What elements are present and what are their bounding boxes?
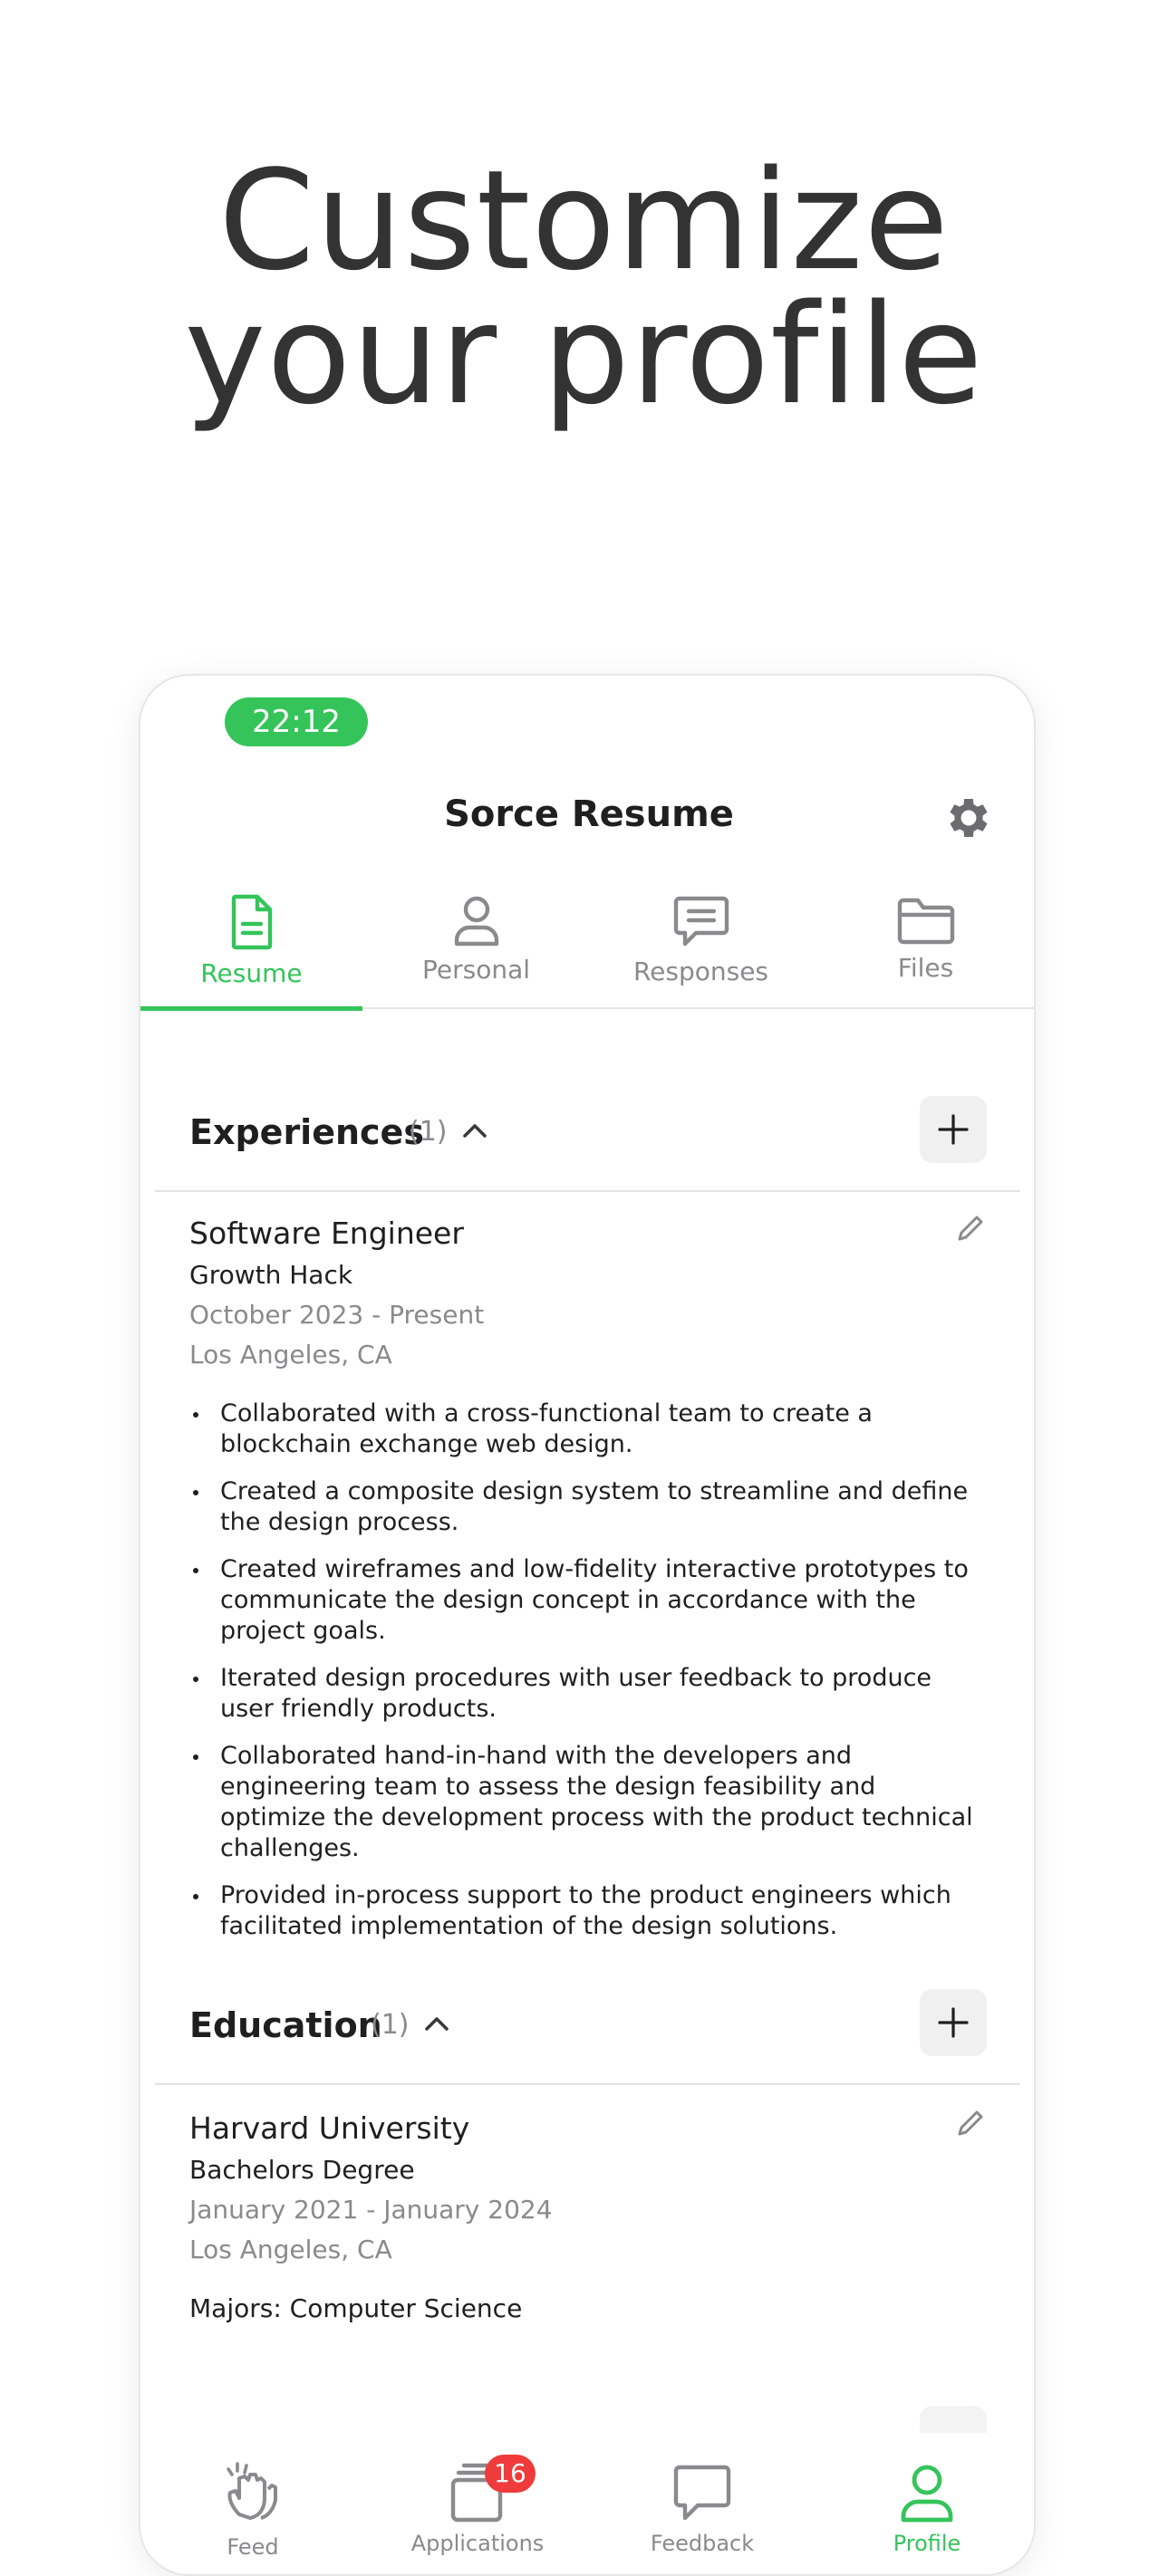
experience-location: Los Angeles, CA xyxy=(189,1340,392,1370)
section-divider xyxy=(155,2083,1020,2085)
experiences-title: Experiences xyxy=(189,1112,424,1152)
nav-applications-label: Applications xyxy=(410,2531,545,2556)
tab-files[interactable]: Files xyxy=(815,893,1034,1009)
plus-icon xyxy=(938,1114,969,1145)
education-entry: Harvard University Bachelors Degree Janu… xyxy=(189,2107,987,2323)
list-item: Collaborated hand-in-hand with the devel… xyxy=(189,1741,987,1864)
plus-icon xyxy=(938,2007,969,2038)
chat-bubble-icon xyxy=(673,896,729,947)
profile-tabs: Resume Personal Responses Files xyxy=(140,893,1034,1011)
education-title: Education xyxy=(189,2005,382,2045)
experience-title: Software Engineer xyxy=(189,1216,464,1251)
document-icon xyxy=(231,894,272,950)
education-count: (1) xyxy=(371,2009,410,2041)
chevron-up-icon[interactable] xyxy=(423,2013,450,2034)
list-item: Provided in-process support to the produ… xyxy=(189,1880,987,1942)
tab-responses[interactable]: Responses xyxy=(590,893,812,1009)
headline-line-2: your profile xyxy=(184,274,984,435)
education-degree: Bachelors Degree xyxy=(189,2155,415,2185)
list-item: Collaborated with a cross-functional tea… xyxy=(189,1399,987,1460)
experience-company: Growth Hack xyxy=(189,1260,353,1290)
settings-button[interactable] xyxy=(942,792,995,844)
experience-bullets: Collaborated with a cross-functional tea… xyxy=(189,1399,987,1942)
nav-feed-label: Feed xyxy=(227,2534,279,2560)
active-tab-indicator xyxy=(140,1006,362,1011)
experience-entry: Software Engineer Growth Hack October 20… xyxy=(189,1212,987,1958)
nav-profile[interactable]: Profile xyxy=(815,2460,1034,2556)
promo-headline: Customize your profile xyxy=(0,140,1168,435)
pencil-icon xyxy=(958,2110,983,2136)
nav-feed[interactable]: Feed xyxy=(140,2460,365,2560)
phone-frame: 22:12 Sorce Resume Resume Personal Respo… xyxy=(139,674,1036,2576)
experience-dates: October 2023 - Present xyxy=(189,1300,485,1330)
edit-education-button[interactable] xyxy=(954,2107,987,2144)
chat-bubble-icon xyxy=(673,2465,731,2521)
tab-personal-label: Personal xyxy=(421,955,531,985)
education-majors: Majors: Computer Science xyxy=(189,2293,523,2323)
education-dates: January 2021 - January 2024 xyxy=(189,2195,553,2225)
bottom-nav: Feed Applications 16 Feedback Profile xyxy=(140,2433,1034,2574)
pencil-icon xyxy=(958,1216,983,1241)
tab-responses-label: Responses xyxy=(632,956,769,986)
nav-feedback-label: Feedback xyxy=(650,2531,755,2556)
tab-personal[interactable]: Personal xyxy=(365,893,587,1009)
folder-icon xyxy=(897,898,954,945)
experiences-header: Experiences (1) xyxy=(189,1096,987,1168)
add-education-button[interactable] xyxy=(920,1989,987,2056)
list-item: Created a composite design system to str… xyxy=(189,1476,987,1538)
education-header: Education (1) xyxy=(189,1989,987,2062)
nav-profile-label: Profile xyxy=(893,2531,961,2556)
education-location: Los Angeles, CA xyxy=(189,2235,392,2264)
education-school: Harvard University xyxy=(189,2110,470,2146)
tab-files-label: Files xyxy=(897,953,954,983)
nav-applications[interactable]: Applications 16 xyxy=(365,2455,590,2556)
tab-resume[interactable]: Resume xyxy=(140,893,362,1011)
section-divider xyxy=(155,1190,1020,1192)
status-time-pill: 22:12 xyxy=(225,697,368,746)
chevron-up-icon[interactable] xyxy=(461,1120,488,1141)
add-experience-button[interactable] xyxy=(920,1096,987,1163)
person-icon xyxy=(454,896,498,947)
next-section-add-button[interactable] xyxy=(920,2406,987,2433)
list-item: Iterated design procedures with user fee… xyxy=(189,1663,987,1725)
headline-line-1: Customize xyxy=(218,140,950,301)
tab-resume-label: Resume xyxy=(200,958,303,988)
nav-feedback[interactable]: Feedback xyxy=(590,2460,815,2556)
clapping-hands-icon xyxy=(227,2462,277,2520)
person-icon xyxy=(901,2465,953,2523)
applications-count-badge: 16 xyxy=(485,2455,536,2493)
list-item: Created wireframes and low-fidelity inte… xyxy=(189,1554,987,1647)
edit-experience-button[interactable] xyxy=(954,1212,987,1249)
gear-icon xyxy=(950,798,988,838)
experiences-count: (1) xyxy=(409,1116,448,1148)
page-title: Sorce Resume xyxy=(444,793,734,835)
